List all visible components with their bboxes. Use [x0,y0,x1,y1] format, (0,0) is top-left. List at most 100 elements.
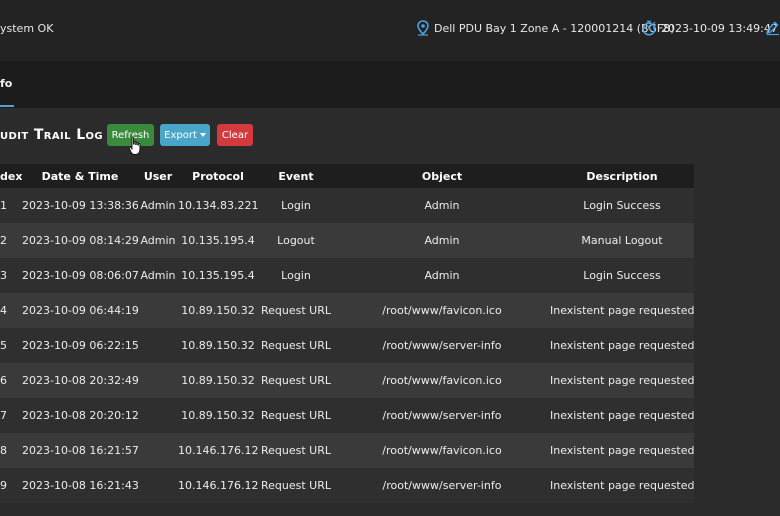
cell-user [138,398,178,433]
column-header-object[interactable]: Object [334,164,550,188]
top-bar: ystem OK Dell PDU Bay 1 Zone A - 1200012… [0,0,780,61]
cell-protocol: 10.135.195.4 [178,258,258,293]
cell-user [138,363,178,398]
column-header-datetime[interactable]: Date & Time [22,164,138,188]
clear-button[interactable]: Clear [217,124,253,146]
cell-user [138,328,178,363]
cell-datetime: 2023-10-09 06:22:15 [22,328,138,363]
cell-description: Login Success [550,188,694,223]
active-tab-indicator [0,105,14,107]
cell-user [138,468,178,503]
device-name: Dell PDU Bay 1 Zone A - 120001214 (BGF8) [434,21,675,35]
cell-protocol: 10.89.150.32 [178,398,258,433]
cell-protocol: 10.146.176.122 [178,468,258,503]
cell-object: /root/www/favicon.ico [334,433,550,468]
cell-event: Request URL [258,468,334,503]
audit-trail-panel: udit Trail Log Refresh Export Clear dex … [0,108,780,516]
cell-datetime: 2023-10-08 20:20:12 [22,398,138,433]
cell-index: 6 [0,363,22,398]
cell-object: Admin [334,223,550,258]
cell-description: Inexistent page requested [550,363,694,398]
column-header-user[interactable]: User [138,164,178,188]
cell-index: 5 [0,328,22,363]
table-row[interactable]: 3 2023-10-09 08:06:07 Admin 10.135.195.4… [0,258,694,293]
table-row[interactable]: 2 2023-10-09 08:14:29 Admin 10.135.195.4… [0,223,694,258]
cell-index: 3 [0,258,22,293]
cell-description: Login Success [550,258,694,293]
audit-log-table: dex Date & Time User Protocol Event Obje… [0,164,694,503]
cell-index: 2 [0,223,22,258]
cell-event: Request URL [258,398,334,433]
table-row[interactable]: 7 2023-10-08 20:20:12 10.89.150.32 Reque… [0,398,694,433]
table-row[interactable]: 6 2023-10-08 20:32:49 10.89.150.32 Reque… [0,363,694,398]
cell-protocol: 10.134.83.221 [178,188,258,223]
location-pin-icon [416,20,430,36]
table-row[interactable]: 4 2023-10-09 06:44:19 10.89.150.32 Reque… [0,293,694,328]
cell-datetime: 2023-10-09 06:44:19 [22,293,138,328]
cell-event: Request URL [258,363,334,398]
system-time: 2023-10-09 13:49:47 [641,20,778,36]
table-row[interactable]: 5 2023-10-09 06:22:15 10.89.150.32 Reque… [0,328,694,363]
cell-object: Admin [334,188,550,223]
cell-event: Logout [258,223,334,258]
cell-object: /root/www/favicon.ico [334,363,550,398]
hand-pointer-icon [128,136,142,156]
column-header-description[interactable]: Description [550,164,694,188]
cell-protocol: 10.89.150.32 [178,293,258,328]
cell-description: Inexistent page requested [550,398,694,433]
column-header-index[interactable]: dex [0,164,22,188]
cell-user: Admin [138,223,178,258]
cell-event: Request URL [258,293,334,328]
cell-object: /root/www/favicon.ico [334,293,550,328]
cell-event: Request URL [258,433,334,468]
tab-bar: fo [0,61,780,108]
datetime-text: 2023-10-09 13:49:47 [661,21,778,35]
page-title: udit Trail Log [0,127,104,143]
cell-protocol: 10.146.176.122 [178,433,258,468]
cell-object: Admin [334,258,550,293]
cell-event: Login [258,258,334,293]
cell-user [138,433,178,468]
export-button[interactable]: Export [160,124,210,146]
caret-down-icon [199,133,206,137]
cell-description: Manual Logout [550,223,694,258]
cell-datetime: 2023-10-09 13:38:36 [22,188,138,223]
table-row[interactable]: 9 2023-10-08 16:21:43 10.146.176.122 Req… [0,468,694,503]
cell-index: 7 [0,398,22,433]
cell-index: 8 [0,433,22,468]
cell-datetime: 2023-10-09 08:06:07 [22,258,138,293]
table-header-row: dex Date & Time User Protocol Event Obje… [0,164,694,188]
cell-event: Request URL [258,328,334,363]
cell-object: /root/www/server-info [334,468,550,503]
column-header-protocol[interactable]: Protocol [178,164,258,188]
tab-info[interactable]: fo [0,77,12,90]
cell-event: Login [258,188,334,223]
stopwatch-icon [641,20,657,36]
cell-index: 4 [0,293,22,328]
cell-object: /root/www/server-info [334,328,550,363]
device-info[interactable]: Dell PDU Bay 1 Zone A - 120001214 (BGF8) [416,20,675,36]
system-status: ystem OK [0,22,54,35]
cell-protocol: 10.89.150.32 [178,328,258,363]
cell-datetime: 2023-10-08 16:21:43 [22,468,138,503]
cell-datetime: 2023-10-09 08:14:29 [22,223,138,258]
cell-protocol: 10.135.195.4 [178,223,258,258]
cell-datetime: 2023-10-08 16:21:57 [22,433,138,468]
pencil-icon[interactable] [764,20,780,36]
cell-index: 9 [0,468,22,503]
export-label: Export [164,129,197,141]
cell-description: Inexistent page requested [550,293,694,328]
table-row[interactable]: 8 2023-10-08 16:21:57 10.146.176.122 Req… [0,433,694,468]
cell-description: Inexistent page requested [550,468,694,503]
cell-index: 1 [0,188,22,223]
cell-object: /root/www/server-info [334,398,550,433]
cell-user: Admin [138,188,178,223]
cell-protocol: 10.89.150.32 [178,363,258,398]
cell-description: Inexistent page requested [550,433,694,468]
cell-user [138,293,178,328]
cell-description: Inexistent page requested [550,328,694,363]
cell-datetime: 2023-10-08 20:32:49 [22,363,138,398]
table-row[interactable]: 1 2023-10-09 13:38:36 Admin 10.134.83.22… [0,188,694,223]
column-header-event[interactable]: Event [258,164,334,188]
cell-user: Admin [138,258,178,293]
